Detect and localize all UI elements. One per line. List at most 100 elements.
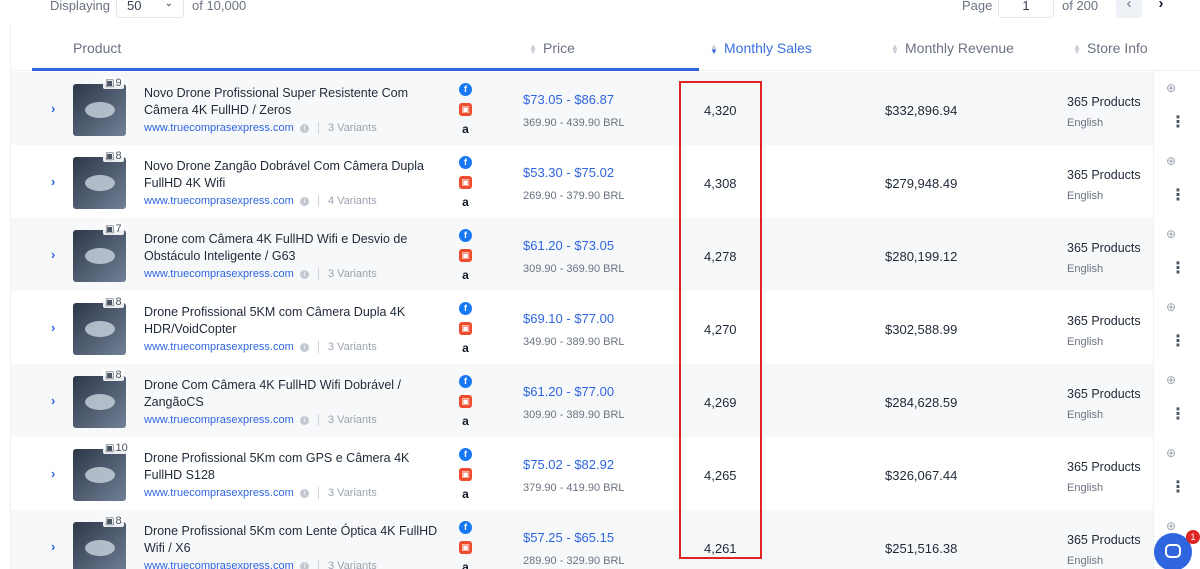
product-name[interactable]: Novo Drone Zangão Dobrável Com Câmera Du… [144, 158, 439, 192]
target-icon[interactable]: ⊕ [1166, 519, 1176, 533]
product-name[interactable]: Drone Profissional 5Km com GPS e Câmera … [144, 450, 439, 484]
store-link[interactable]: www.truecomprasexpress.com [144, 341, 294, 353]
facebook-icon[interactable]: f [459, 448, 472, 461]
expand-row-icon[interactable]: › [51, 466, 55, 481]
sort-icon: ▲ ▼ [1073, 42, 1081, 57]
expand-row-icon[interactable]: › [51, 101, 55, 116]
col-monthly-sales[interactable]: ▲ ▼ Monthly Sales [710, 40, 812, 56]
store-link[interactable]: www.truecomprasexpress.com [144, 560, 294, 569]
more-vertical-icon[interactable]: ⋮ [1170, 407, 1186, 423]
facebook-icon[interactable]: f [459, 521, 472, 534]
image-count-badge: ▣10 [103, 442, 130, 454]
table-row[interactable]: › ▣8 Novo Drone Zangão Dobrável Com Câmera… [11, 145, 1153, 218]
store-link[interactable]: www.truecomprasexpress.com [144, 487, 294, 499]
product-name[interactable]: Novo Drone Profissional Super Resistente… [144, 85, 439, 119]
product-thumbnail[interactable] [73, 376, 126, 428]
store-link[interactable]: www.truecomprasexpress.com [144, 195, 294, 207]
target-icon[interactable]: ⊕ [1166, 227, 1176, 241]
products-table: Product ▲ ▼ Price ▲ ▼ Monthly Sales ▲ ▼ Monthl… [10, 24, 1200, 569]
facebook-icon[interactable]: f [459, 83, 472, 96]
price-usd: $57.25 - $65.15 [523, 530, 615, 545]
amazon-icon[interactable]: a [459, 488, 472, 501]
product-thumbnail[interactable] [73, 449, 126, 501]
amazon-icon[interactable]: a [459, 415, 472, 428]
shopee-icon[interactable]: ▣ [459, 103, 472, 116]
product-name[interactable]: Drone Com Câmera 4K FullHD Wifi Dobrável… [144, 377, 439, 411]
more-vertical-icon[interactable]: ⋮ [1170, 334, 1186, 350]
monthly-revenue-value: $280,199.12 [885, 249, 958, 264]
sort-icon: ▲ ▼ [891, 42, 899, 57]
target-icon[interactable]: ⊕ [1166, 300, 1176, 314]
info-icon[interactable]: i [300, 270, 309, 279]
col-monthly-revenue[interactable]: ▲ ▼ Monthly Revenue [891, 40, 1014, 56]
expand-row-icon[interactable]: › [51, 247, 55, 262]
target-icon[interactable]: ⊕ [1166, 373, 1176, 387]
shopee-icon[interactable]: ▣ [459, 322, 472, 335]
price-brl: 379.90 - 419.90 BRL [523, 482, 625, 494]
facebook-icon[interactable]: f [459, 156, 472, 169]
shopee-icon[interactable]: ▣ [459, 249, 472, 262]
store-products-count: 365 Products [1067, 387, 1141, 401]
product-thumbnail[interactable] [73, 84, 126, 136]
shopee-icon[interactable]: ▣ [459, 541, 472, 554]
product-thumbnail[interactable] [73, 157, 126, 209]
info-icon[interactable]: i [300, 489, 309, 498]
variants-count: 4 Variants [318, 195, 377, 207]
amazon-icon[interactable]: a [459, 269, 472, 282]
table-row[interactable]: › ▣10 Drone Profissional 5Km com GPS e Câm… [11, 437, 1153, 510]
target-icon[interactable]: ⊕ [1166, 446, 1176, 460]
amazon-icon[interactable]: a [459, 196, 472, 209]
facebook-icon[interactable]: f [459, 302, 472, 315]
product-thumbnail[interactable] [73, 303, 126, 355]
next-page-button[interactable]: › [1148, 0, 1174, 18]
shopee-icon[interactable]: ▣ [459, 468, 472, 481]
more-vertical-icon[interactable]: ⋮ [1170, 480, 1186, 496]
product-name[interactable]: Drone Profissional 5KM com Câmera Dupla … [144, 304, 439, 338]
notification-badge: 1 [1186, 530, 1200, 544]
expand-row-icon[interactable]: › [51, 393, 55, 408]
amazon-icon[interactable]: a [459, 561, 472, 569]
store-products-count: 365 Products [1067, 314, 1141, 328]
product-thumbnail[interactable] [73, 230, 126, 282]
expand-row-icon[interactable]: › [51, 320, 55, 335]
target-icon[interactable]: ⊕ [1166, 81, 1176, 95]
store-language: English [1067, 190, 1104, 202]
store-link[interactable]: www.truecomprasexpress.com [144, 414, 294, 426]
product-name[interactable]: Drone Profissional 5Km com Lente Óptica … [144, 523, 439, 557]
facebook-icon[interactable]: f [459, 229, 472, 242]
expand-row-icon[interactable]: › [51, 539, 55, 554]
amazon-icon[interactable]: a [459, 342, 472, 355]
info-icon[interactable]: i [300, 197, 309, 206]
more-vertical-icon[interactable]: ⋮ [1170, 188, 1186, 204]
more-vertical-icon[interactable]: ⋮ [1170, 261, 1186, 277]
store-products-count: 365 Products [1067, 533, 1141, 547]
product-thumbnail[interactable] [73, 522, 126, 569]
price-usd: $61.20 - $77.00 [523, 384, 615, 399]
table-row[interactable]: › ▣7 Drone com Câmera 4K FullHD Wifi e Des… [11, 218, 1153, 291]
col-price[interactable]: ▲ ▼ Price [529, 40, 575, 56]
target-icon[interactable]: ⊕ [1166, 154, 1176, 168]
col-store-info[interactable]: ▲ ▼ Store Info [1073, 40, 1148, 56]
shopee-icon[interactable]: ▣ [459, 395, 472, 408]
prev-page-button[interactable]: ‹ [1116, 0, 1142, 18]
info-icon[interactable]: i [300, 562, 309, 569]
variants-count: 3 Variants [318, 268, 377, 280]
product-name[interactable]: Drone com Câmera 4K FullHD Wifi e Desvio… [144, 231, 439, 265]
facebook-icon[interactable]: f [459, 375, 472, 388]
table-row[interactable]: › ▣8 Drone Com Câmera 4K FullHD Wifi Dobrá… [11, 364, 1153, 437]
table-row[interactable]: › ▣9 Novo Drone Profissional Super Resiste… [11, 72, 1153, 145]
table-row[interactable]: › ▣8 Drone Profissional 5Km com Lente Ópti… [11, 510, 1153, 569]
info-icon[interactable]: i [300, 416, 309, 425]
store-link[interactable]: www.truecomprasexpress.com [144, 122, 294, 134]
shopee-icon[interactable]: ▣ [459, 176, 472, 189]
store-link[interactable]: www.truecomprasexpress.com [144, 268, 294, 280]
expand-row-icon[interactable]: › [51, 174, 55, 189]
amazon-icon[interactable]: a [459, 123, 472, 136]
info-icon[interactable]: i [300, 124, 309, 133]
per-page-select[interactable]: 50 ⌄ [116, 0, 184, 18]
info-icon[interactable]: i [300, 343, 309, 352]
table-row[interactable]: › ▣8 Drone Profissional 5KM com Câmera Dup… [11, 291, 1153, 364]
store-products-count: 365 Products [1067, 95, 1141, 109]
page-number-input[interactable]: 1 [998, 0, 1054, 18]
more-vertical-icon[interactable]: ⋮ [1170, 115, 1186, 131]
